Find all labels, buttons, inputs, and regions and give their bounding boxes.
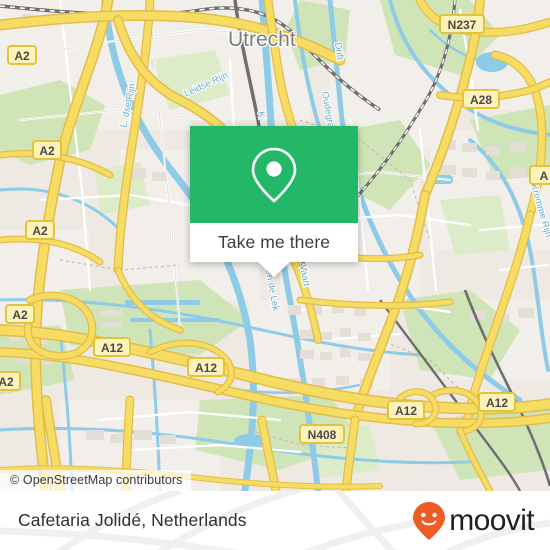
moovit-brand[interactable]: moovit (412, 501, 535, 541)
take-me-there-card[interactable]: Take me there (190, 126, 358, 277)
svg-text:A2: A2 (0, 375, 14, 389)
svg-text:A12: A12 (486, 396, 508, 410)
svg-text:A12: A12 (395, 404, 417, 418)
svg-text:A: A (540, 169, 549, 183)
svg-text:N408: N408 (308, 428, 337, 442)
svg-text:A2: A2 (14, 49, 30, 63)
osm-attribution[interactable]: © OpenStreetMap contributors (0, 470, 191, 491)
card-header (190, 126, 358, 223)
card-footer: Take me there (190, 223, 358, 277)
svg-text:A2: A2 (12, 308, 28, 322)
svg-text:A28: A28 (470, 93, 492, 107)
svg-text:A2: A2 (32, 224, 48, 238)
svg-text:A12: A12 (101, 341, 123, 355)
svg-text:A2: A2 (39, 144, 55, 158)
card-pointer-tail (257, 261, 291, 277)
place-title: Cafetaria Jolidé, Netherlands (18, 510, 247, 530)
moovit-pin-smiley-icon (413, 501, 446, 540)
svg-text:A12: A12 (195, 361, 217, 375)
moovit-map-page: .grn { fill:#cfe5b8; } .grn2 { fill:#dce… (0, 0, 550, 550)
map-pin-icon (251, 147, 297, 203)
svg-text:N237: N237 (448, 18, 477, 32)
moovit-wordmark: moovit (449, 503, 534, 537)
take-me-there-label: Take me there (217, 232, 331, 252)
map-city-label: Utrecht (228, 28, 296, 51)
page-footer: Cafetaria Jolidé, Netherlands moovit (0, 491, 550, 550)
